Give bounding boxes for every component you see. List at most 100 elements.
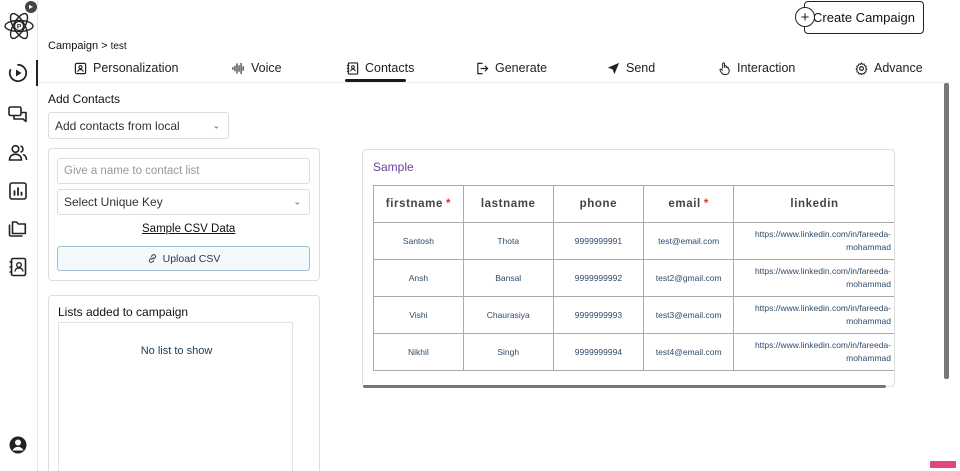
- logo-letter: P: [17, 24, 22, 31]
- table-cell: Ansh: [373, 259, 464, 297]
- table-header-row: firstname * lastname phone email * linkedi…: [373, 185, 894, 223]
- table-cell: Bansal: [462, 259, 554, 297]
- breadcrumb-root[interactable]: Campaign: [48, 40, 98, 52]
- tab-voice[interactable]: Voice: [232, 61, 282, 75]
- tab-contacts[interactable]: Contacts: [346, 61, 414, 75]
- chevron-down-icon: ⌄: [212, 120, 220, 130]
- lists-title: Lists added to campaign: [58, 305, 189, 319]
- column-header-firstname: firstname *: [373, 185, 464, 223]
- table-cell: https://www.linkedin.com/in/fareeda-moha…: [733, 259, 894, 297]
- column-header-lastname: lastname: [462, 185, 554, 223]
- table-row: Santosh Thota 9999999991 test@email.com …: [373, 222, 894, 260]
- play-circle-icon[interactable]: [8, 63, 28, 83]
- waveform-icon: [232, 62, 244, 74]
- sample-panel: Sample firstname * lastname phone email * …: [362, 149, 895, 387]
- create-campaign-button[interactable]: Create Campaign: [804, 1, 924, 34]
- tab-interaction[interactable]: Interaction: [718, 61, 795, 75]
- table-cell: 9999999993: [552, 296, 645, 334]
- table-cell: test4@email.com: [643, 333, 735, 371]
- generate-icon: [477, 62, 489, 74]
- collapse-sidebar-button[interactable]: ▸: [25, 1, 37, 13]
- column-header-phone: phone: [552, 185, 645, 223]
- table-cell: Nikhil: [373, 333, 464, 371]
- tab-label: Generate: [495, 61, 548, 75]
- column-header-label: linkedin: [790, 198, 839, 210]
- empty-lists-text: No list to show: [140, 345, 213, 357]
- required-marker: *: [703, 198, 709, 210]
- required-marker: *: [445, 198, 452, 210]
- tab-label: Interaction: [737, 61, 796, 75]
- breadcrumb-current: test: [110, 41, 127, 52]
- send-icon: [607, 62, 620, 74]
- tab-label: Send: [626, 61, 656, 75]
- upload-csv-button[interactable]: Upload CSV: [57, 246, 310, 271]
- sample-csv-link[interactable]: Sample CSV Data: [142, 223, 235, 235]
- tab-label: Advance: [874, 61, 923, 75]
- table-cell: test@email.com: [643, 222, 735, 260]
- table-cell: https://www.linkedin.com/in/fareeda-moha…: [733, 222, 894, 260]
- table-row: Nikhil Singh 9999999994 test4@email.com …: [373, 333, 894, 371]
- account-circle-icon[interactable]: [8, 435, 28, 455]
- atom-logo-icon[interactable]: P: [3, 10, 35, 42]
- upload-csv-label: Upload CSV: [162, 252, 221, 265]
- table-cell: 9999999991: [552, 222, 645, 260]
- column-header-linkedin: linkedin: [733, 185, 894, 223]
- contact-book-icon[interactable]: [8, 257, 28, 277]
- app-page: P ▸ Create Campaign + Campaign > test Pe…: [0, 0, 960, 471]
- tab-personalization[interactable]: Personalization: [74, 61, 178, 75]
- table-horizontal-scrollbar[interactable]: [363, 385, 886, 388]
- column-header-label: phone: [579, 198, 618, 210]
- chat-bubbles-icon[interactable]: [8, 104, 28, 124]
- column-header-label: email: [668, 198, 701, 210]
- table-cell: Santosh: [373, 222, 464, 260]
- table-row: Vishi Chaurasiya 9999999993 test3@email.…: [373, 296, 894, 334]
- breadcrumb-separator: >: [101, 40, 108, 52]
- unique-key-select[interactable]: Select Unique Key ⌄: [57, 189, 310, 215]
- table-cell: test2@gmail.com: [643, 259, 735, 297]
- contact-source-value: Add contacts from local: [55, 118, 180, 133]
- users-icon[interactable]: [8, 143, 28, 163]
- table-row: Ansh Bansal 9999999992 test2@gmail.com h…: [373, 259, 894, 297]
- page-vertical-scrollbar[interactable]: [944, 83, 949, 379]
- table-cell: 9999999994: [552, 333, 645, 371]
- lists-container: No list to show: [58, 322, 293, 471]
- table-cell: Vishi: [373, 296, 464, 334]
- personalization-icon: [74, 62, 87, 74]
- column-header-label: firstname: [385, 198, 443, 210]
- create-campaign-label: Create Campaign: [813, 10, 915, 25]
- chevron-down-icon: ⌄: [293, 196, 301, 207]
- unique-key-value: Select Unique Key: [64, 195, 163, 209]
- tab-generate[interactable]: Generate: [476, 61, 547, 75]
- table-cell: Chaurasiya: [462, 296, 554, 334]
- tab-send[interactable]: Send: [607, 61, 655, 75]
- table-cell: https://www.linkedin.com/in/fareeda-moha…: [733, 333, 894, 371]
- tab-label: Voice: [251, 61, 282, 75]
- contact-source-select[interactable]: Add contacts from local ⌄: [48, 112, 229, 139]
- left-sidebar: P ▸: [0, 0, 38, 471]
- link-icon: [148, 254, 156, 263]
- tab-label: Contacts: [365, 61, 415, 75]
- tab-advance[interactable]: Advance: [855, 61, 923, 75]
- sample-title: Sample: [373, 160, 414, 174]
- bar-chart-icon[interactable]: [8, 181, 28, 201]
- column-header-email: email *: [643, 185, 735, 223]
- active-tab-indicator: [345, 79, 406, 82]
- breadcrumb: Campaign > test: [48, 40, 127, 52]
- tab-label: Personalization: [93, 61, 179, 75]
- table-cell: Singh: [462, 333, 554, 371]
- table-cell: https://www.linkedin.com/in/fareeda-moha…: [733, 296, 894, 334]
- hand-pointer-icon: [719, 61, 730, 75]
- contact-list-name-input[interactable]: Give a name to contact list: [57, 158, 310, 184]
- campaign-tabs: Personalization Voice Contacts Generate …: [38, 56, 950, 83]
- chevron-right-icon: ▸: [28, 2, 33, 11]
- gear-icon: [855, 61, 868, 75]
- contacts-icon: [346, 61, 359, 75]
- corner-badge: [930, 461, 956, 468]
- add-contacts-title: Add Contacts: [48, 92, 121, 106]
- table-cell: test3@email.com: [643, 296, 735, 334]
- column-header-label: lastname: [480, 198, 536, 210]
- plus-circle-icon[interactable]: +: [795, 7, 815, 27]
- table-cell: 9999999992: [552, 259, 645, 297]
- folders-icon[interactable]: [8, 219, 28, 239]
- sample-table: firstname * lastname phone email * linkedi…: [373, 185, 894, 371]
